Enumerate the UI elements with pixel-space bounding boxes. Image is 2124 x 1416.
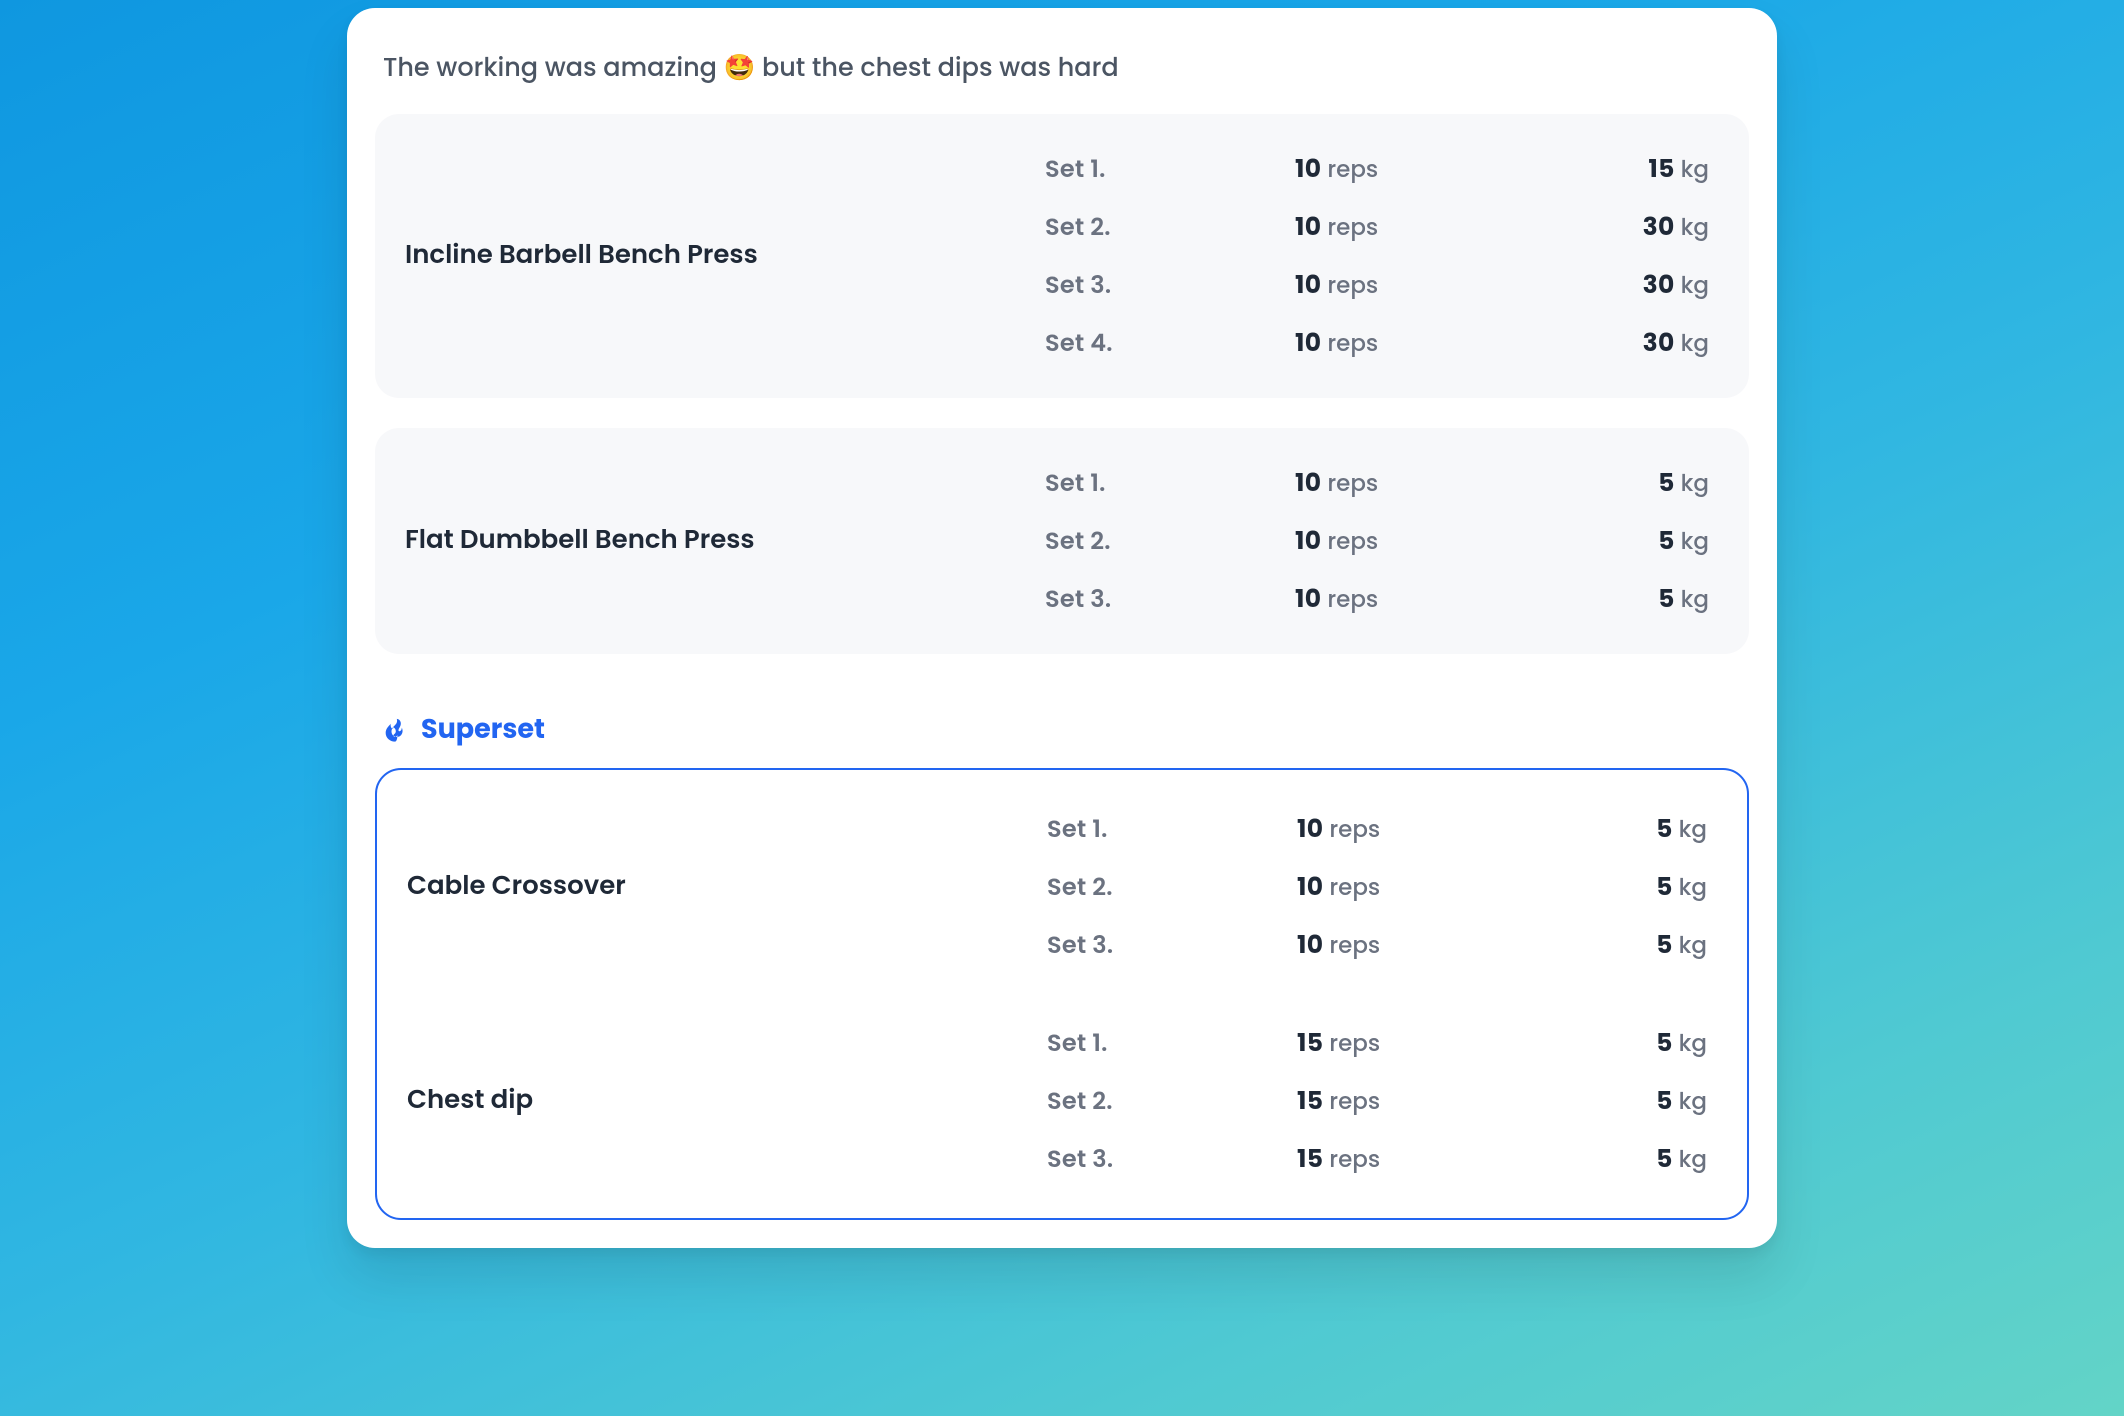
set-row: Set 4.10reps30kg [1045, 324, 1709, 362]
set-row: Set 1.10reps15kg [1045, 150, 1709, 188]
set-row: Set 2.10reps30kg [1045, 208, 1709, 246]
set-reps: 10reps [1295, 580, 1525, 618]
set-label: Set 2. [1045, 210, 1295, 245]
set-weight: 5kg [1527, 1024, 1707, 1062]
set-row: Set 3.15reps5kg [1047, 1140, 1707, 1178]
set-reps: 10reps [1295, 208, 1525, 246]
superset-header: Superset [381, 710, 1749, 750]
set-weight: 5kg [1525, 464, 1709, 502]
set-reps: 15reps [1297, 1024, 1527, 1062]
set-label: Set 1. [1047, 1026, 1297, 1061]
set-reps: 10reps [1295, 266, 1525, 304]
set-list: Set 1.10reps15kgSet 2.10reps30kgSet 3.10… [1045, 150, 1709, 362]
set-reps: 10reps [1297, 926, 1527, 964]
exercise-name: Cable Crossover [407, 867, 1047, 906]
exercise-name: Incline Barbell Bench Press [405, 236, 1045, 275]
set-reps: 10reps [1297, 868, 1527, 906]
set-label: Set 2. [1047, 870, 1297, 905]
exercise-name: Flat Dumbbell Bench Press [405, 521, 1045, 560]
set-label: Set 4. [1045, 326, 1295, 361]
set-label: Set 3. [1045, 268, 1295, 303]
set-weight: 30kg [1525, 266, 1709, 304]
set-row: Set 1.15reps5kg [1047, 1024, 1707, 1062]
set-weight: 30kg [1525, 324, 1709, 362]
set-weight: 30kg [1525, 208, 1709, 246]
set-row: Set 2.10reps5kg [1047, 868, 1707, 906]
set-reps: 10reps [1295, 522, 1525, 560]
set-label: Set 2. [1045, 524, 1295, 559]
set-row: Set 1.10reps5kg [1047, 810, 1707, 848]
set-row: Set 3.10reps5kg [1045, 580, 1709, 618]
exercise-list: Incline Barbell Bench PressSet 1.10reps1… [375, 114, 1749, 654]
set-reps: 10reps [1295, 464, 1525, 502]
set-label: Set 1. [1047, 812, 1297, 847]
set-reps: 10reps [1295, 150, 1525, 188]
set-list: Set 1.15reps5kgSet 2.15reps5kgSet 3.15re… [1047, 1024, 1707, 1178]
set-reps: 15reps [1297, 1140, 1527, 1178]
set-weight: 5kg [1525, 580, 1709, 618]
fire-icon [381, 716, 409, 744]
workout-card: The working was amazing 🤩 but the chest … [347, 8, 1777, 1248]
set-reps: 15reps [1297, 1082, 1527, 1120]
set-label: Set 2. [1047, 1084, 1297, 1119]
set-row: Set 3.10reps30kg [1045, 266, 1709, 304]
set-weight: 5kg [1527, 926, 1707, 964]
set-reps: 10reps [1295, 324, 1525, 362]
superset-title: Superset [421, 710, 545, 750]
set-row: Set 3.10reps5kg [1047, 926, 1707, 964]
exercise-panel: Cable CrossoverSet 1.10reps5kgSet 2.10re… [387, 780, 1737, 994]
set-weight: 5kg [1527, 1082, 1707, 1120]
exercise-panel: Chest dipSet 1.15reps5kgSet 2.15reps5kgS… [387, 994, 1737, 1208]
set-weight: 5kg [1527, 1140, 1707, 1178]
set-label: Set 3. [1047, 928, 1297, 963]
set-reps: 10reps [1297, 810, 1527, 848]
exercise-panel: Incline Barbell Bench PressSet 1.10reps1… [375, 114, 1749, 398]
exercise-panel: Flat Dumbbell Bench PressSet 1.10reps5kg… [375, 428, 1749, 654]
workout-comment: The working was amazing 🤩 but the chest … [383, 50, 1743, 86]
set-list: Set 1.10reps5kgSet 2.10reps5kgSet 3.10re… [1045, 464, 1709, 618]
set-label: Set 3. [1047, 1142, 1297, 1177]
set-label: Set 3. [1045, 582, 1295, 617]
set-row: Set 2.15reps5kg [1047, 1082, 1707, 1120]
superset-box: Cable CrossoverSet 1.10reps5kgSet 2.10re… [375, 768, 1749, 1220]
set-weight: 5kg [1525, 522, 1709, 560]
set-weight: 5kg [1527, 868, 1707, 906]
set-weight: 5kg [1527, 810, 1707, 848]
exercise-name: Chest dip [407, 1081, 1047, 1120]
set-list: Set 1.10reps5kgSet 2.10reps5kgSet 3.10re… [1047, 810, 1707, 964]
set-row: Set 1.10reps5kg [1045, 464, 1709, 502]
set-row: Set 2.10reps5kg [1045, 522, 1709, 560]
set-label: Set 1. [1045, 466, 1295, 501]
set-label: Set 1. [1045, 152, 1295, 187]
set-weight: 15kg [1525, 150, 1709, 188]
